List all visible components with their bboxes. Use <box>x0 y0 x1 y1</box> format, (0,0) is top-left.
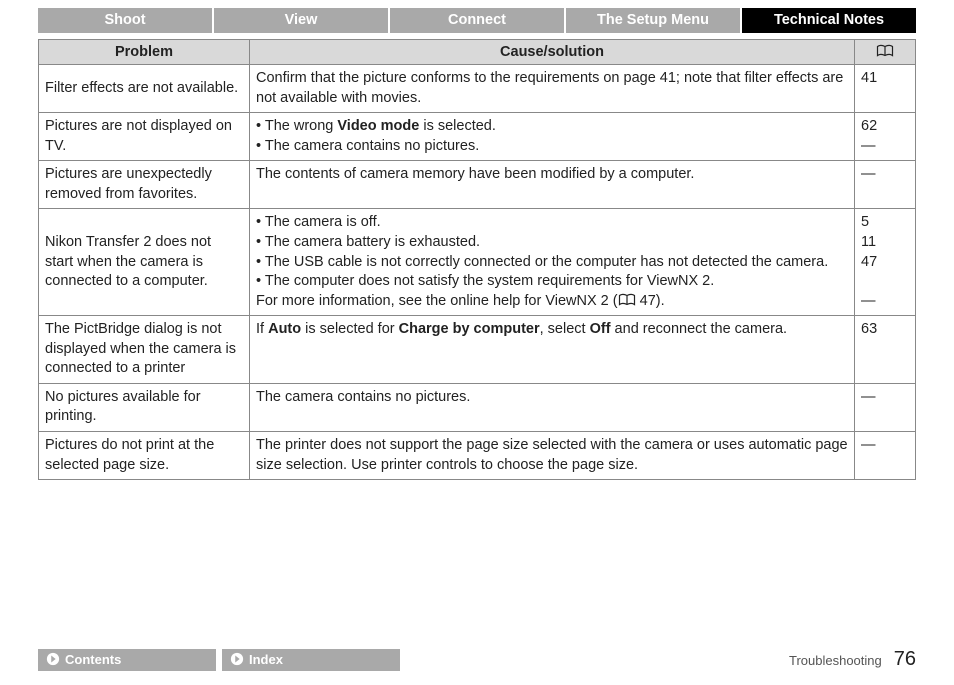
contents-button[interactable]: Contents <box>38 649 216 671</box>
cause-bold: Video mode <box>337 118 419 134</box>
pageref-cell: — <box>855 432 916 480</box>
cause-bold: Auto <box>268 321 301 337</box>
table-row: Pictures are not displayed on TV. • The … <box>39 113 916 161</box>
pageref-cell[interactable]: 62 — <box>855 113 916 161</box>
table-row: No pictures available for printing. The … <box>39 383 916 431</box>
cause-text: If <box>256 321 268 337</box>
cause-cell: • The camera is off. • The camera batter… <box>250 209 855 316</box>
arrow-circle-icon <box>46 652 60 666</box>
cause-text: 47). <box>636 293 665 309</box>
tab-setup[interactable]: The Setup Menu <box>566 8 742 33</box>
table-row: Nikon Transfer 2 does not start when the… <box>39 209 916 316</box>
table-row: Filter effects are not available. Confir… <box>39 65 916 113</box>
contents-label: Contents <box>65 652 121 667</box>
pageref-cell: — <box>855 383 916 431</box>
index-label: Index <box>249 652 283 667</box>
problem-cell: Pictures do not print at the selected pa… <box>39 432 250 480</box>
tab-shoot[interactable]: Shoot <box>38 8 214 33</box>
page-number: 76 <box>894 648 916 671</box>
problem-cell: The PictBridge dialog is not displayed w… <box>39 316 250 384</box>
problem-cell: No pictures available for printing. <box>39 383 250 431</box>
arrow-circle-icon <box>230 652 244 666</box>
cause-text: The camera battery is exhausted. <box>265 234 480 250</box>
cause-text: , select <box>540 321 590 337</box>
col-problem: Problem <box>39 40 250 65</box>
problem-cell: Pictures are unexpectedly removed from f… <box>39 161 250 209</box>
pageref-cell[interactable]: 63 <box>855 316 916 384</box>
top-tabs: Shoot View Connect The Setup Menu Techni… <box>38 8 916 33</box>
book-icon <box>876 44 894 58</box>
cause-text: and reconnect the camera. <box>611 321 788 337</box>
table-row: Pictures are unexpectedly removed from f… <box>39 161 916 209</box>
cause-cell: • The wrong Video mode is selected. • Th… <box>250 113 855 161</box>
book-icon <box>618 293 636 307</box>
problem-cell: Nikon Transfer 2 does not start when the… <box>39 209 250 316</box>
section-label: Troubleshooting <box>789 653 882 668</box>
table-row: The PictBridge dialog is not displayed w… <box>39 316 916 384</box>
problem-cell: Pictures are not displayed on TV. <box>39 113 250 161</box>
tab-view[interactable]: View <box>214 8 390 33</box>
cause-cell: The camera contains no pictures. <box>250 383 855 431</box>
cause-text: The computer does not satisfy the system… <box>265 273 714 289</box>
tab-connect[interactable]: Connect <box>390 8 566 33</box>
pageref-cell[interactable]: 5 11 47 — <box>855 209 916 316</box>
cause-text: The camera contains no pictures. <box>265 138 479 154</box>
cause-text: is selected. <box>419 118 496 134</box>
tab-technotes[interactable]: Technical Notes <box>742 8 916 33</box>
cause-cell: Confirm that the picture conforms to the… <box>250 65 855 113</box>
col-pageref <box>855 40 916 65</box>
pageref-cell: — <box>855 161 916 209</box>
footer-right: Troubleshooting 76 <box>789 648 916 671</box>
cause-text: The camera is off. <box>265 214 381 230</box>
table-row: Pictures do not print at the selected pa… <box>39 432 916 480</box>
cause-text: The USB cable is not correctly connected… <box>265 254 828 270</box>
pageref-cell[interactable]: 41 <box>855 65 916 113</box>
cause-bold: Off <box>590 321 611 337</box>
cause-bold: Charge by computer <box>399 321 540 337</box>
cause-cell: The printer does not support the page si… <box>250 432 855 480</box>
cause-cell: If Auto is selected for Charge by comput… <box>250 316 855 384</box>
col-cause: Cause/solution <box>250 40 855 65</box>
troubleshoot-table: Problem Cause/solution Filter effects ar… <box>38 39 916 480</box>
cause-cell: The contents of camera memory have been … <box>250 161 855 209</box>
index-button[interactable]: Index <box>222 649 400 671</box>
footer-bar: Contents Index Troubleshooting 76 <box>38 648 916 671</box>
cause-text: is selected for <box>301 321 399 337</box>
cause-text: The wrong <box>265 118 338 134</box>
cause-text: For more information, see the online hel… <box>256 293 618 309</box>
problem-cell: Filter effects are not available. <box>39 65 250 113</box>
